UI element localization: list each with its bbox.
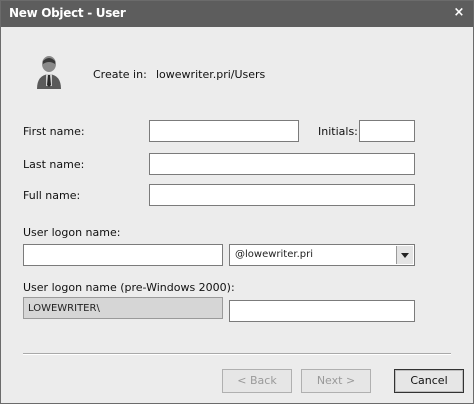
full-name-field[interactable] xyxy=(149,184,415,206)
cancel-button[interactable]: Cancel xyxy=(394,369,464,393)
logon-name-label: User logon name: xyxy=(23,226,121,239)
back-button[interactable]: < Back xyxy=(222,369,292,393)
first-name-field[interactable] xyxy=(149,120,299,142)
pre2000-name-field[interactable] xyxy=(229,300,415,322)
new-user-dialog: New Object - User × Create in: lowewrite… xyxy=(0,0,474,404)
full-name-label: Full name: xyxy=(23,189,81,202)
user-icon xyxy=(37,56,61,89)
separator xyxy=(23,353,451,355)
create-in-label: Create in: xyxy=(93,68,147,81)
last-name-field[interactable] xyxy=(149,153,415,175)
domain-select-value: @lowewriter.pri xyxy=(235,249,313,260)
domain-select[interactable]: @lowewriter.pri xyxy=(229,244,415,266)
first-name-label: First name: xyxy=(23,125,85,138)
chevron-down-icon[interactable] xyxy=(396,246,413,264)
pre2000-domain-field xyxy=(23,297,223,319)
title-bar[interactable]: New Object - User × xyxy=(1,1,473,27)
logon-name-field[interactable] xyxy=(23,244,223,266)
pre2000-label: User logon name (pre-Windows 2000): xyxy=(23,281,235,294)
window-title: New Object - User xyxy=(9,6,126,20)
close-icon[interactable]: × xyxy=(450,4,468,22)
last-name-label: Last name: xyxy=(23,158,85,171)
initials-label: Initials: xyxy=(318,125,358,138)
next-button[interactable]: Next > xyxy=(301,369,371,393)
initials-field[interactable] xyxy=(359,120,415,142)
create-in-path: lowewriter.pri/Users xyxy=(156,68,266,81)
